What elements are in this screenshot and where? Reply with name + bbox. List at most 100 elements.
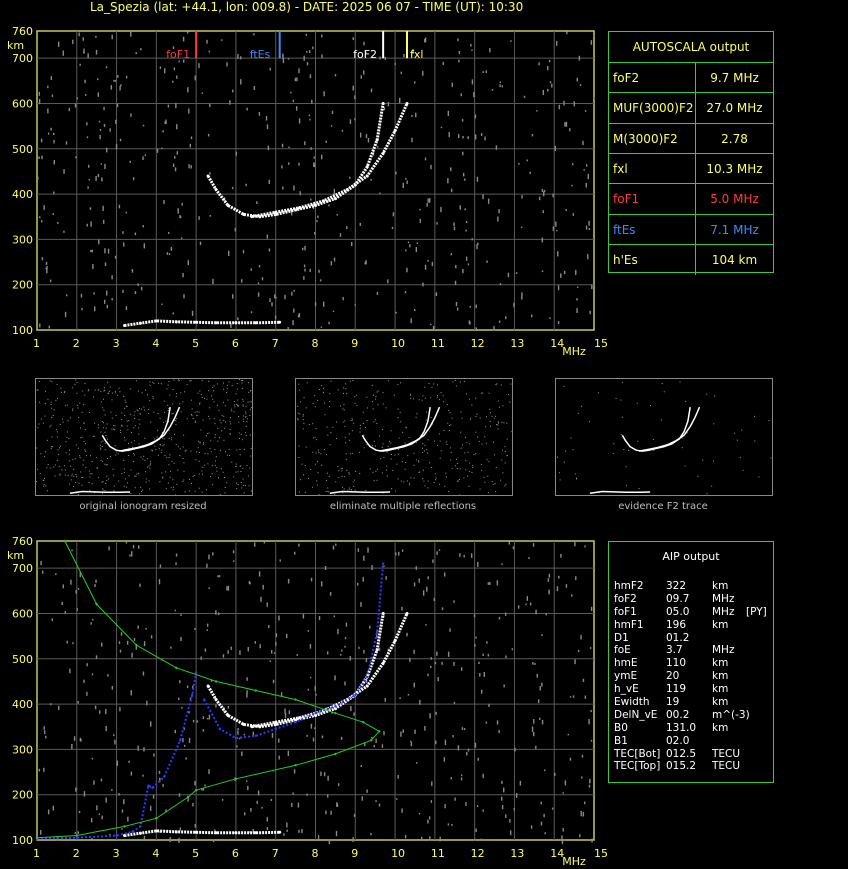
noise-dot: [363, 447, 365, 449]
autoscala-row: h'Es 104 km: [609, 243, 773, 275]
data-point: [381, 661, 385, 665]
noise-dot: [201, 92, 204, 94]
noise-dot: [479, 673, 481, 677]
noise-dot: [83, 48, 85, 54]
noise-dot: [345, 388, 347, 390]
noise-dot: [46, 490, 48, 492]
data-point: [354, 693, 357, 697]
noise-dot: [374, 419, 376, 421]
noise-dot: [230, 408, 232, 410]
noise-dot: [242, 250, 245, 254]
noise-dot: [593, 657, 596, 662]
noise-dot: [487, 653, 490, 657]
noise-dot: [92, 263, 94, 270]
noise-dot: [376, 391, 378, 393]
noise-dot: [163, 421, 165, 423]
noise-dot: [242, 415, 244, 417]
noise-dot: [270, 650, 273, 654]
noise-dot: [302, 428, 304, 430]
noise-dot: [485, 442, 487, 444]
noise-dot: [304, 465, 306, 467]
noise-dot: [355, 470, 357, 472]
noise-dot: [450, 447, 452, 449]
noise-dot: [155, 449, 157, 451]
noise-dot: [587, 254, 589, 260]
noise-dot: [638, 487, 640, 489]
noise-dot: [179, 448, 181, 450]
aip-row-name: D1: [614, 631, 629, 644]
noise-dot: [373, 421, 375, 423]
data-point: [334, 711, 337, 715]
x-tick-label: 5: [192, 847, 199, 860]
noise-dot: [105, 725, 107, 732]
noise-dot: [128, 420, 130, 422]
noise-dot: [168, 437, 170, 439]
noise-dot: [451, 82, 453, 87]
noise-dot: [77, 407, 79, 409]
data-point: [298, 716, 302, 720]
noise-dot: [69, 668, 71, 674]
y-tick-label: 200: [12, 789, 33, 802]
noise-dot: [523, 95, 526, 98]
noise-dot: [536, 673, 538, 678]
noise-dot: [290, 91, 292, 94]
noise-dot: [372, 408, 374, 410]
noise-dot: [371, 384, 373, 386]
noise-dot: [174, 609, 177, 612]
noise-dot: [549, 317, 551, 320]
noise-dot: [503, 787, 505, 793]
noise-dot: [215, 460, 217, 462]
noise-dot: [100, 391, 102, 393]
noise-dot: [173, 67, 176, 71]
noise-dot: [186, 418, 188, 420]
noise-dot: [164, 68, 166, 74]
data-point: [278, 830, 282, 834]
noise-dot: [98, 813, 101, 815]
noise-dot: [75, 482, 77, 484]
noise-dot: [75, 787, 77, 792]
noise-dot: [73, 468, 75, 470]
series-trace: [361, 406, 431, 452]
noise-dot: [505, 483, 507, 485]
noise-dot: [81, 411, 83, 413]
noise-dot: [442, 61, 444, 66]
noise-dot: [194, 823, 197, 828]
noise-dot: [249, 467, 251, 469]
noise-dot: [74, 103, 77, 108]
noise-dot: [485, 721, 488, 724]
noise-dot: [42, 422, 44, 424]
noise-dot: [479, 488, 481, 490]
data-point: [214, 680, 218, 683]
noise-dot: [71, 549, 73, 552]
noise-dot: [167, 231, 170, 234]
noise-dot: [467, 475, 469, 477]
noise-dot: [138, 443, 140, 445]
noise-dot: [64, 469, 66, 471]
noise-dot: [335, 830, 338, 837]
noise-dot: [559, 479, 561, 481]
noise-dot: [79, 402, 81, 404]
noise-dot: [243, 484, 245, 486]
noise-dot: [388, 380, 390, 382]
noise-dot: [71, 475, 73, 477]
noise-dot: [462, 269, 464, 274]
noise-dot: [436, 551, 438, 555]
noise-dot: [502, 472, 504, 474]
noise-dot: [70, 417, 72, 419]
data-point: [375, 630, 379, 633]
noise-dot: [251, 401, 252, 403]
noise-dot: [504, 485, 506, 487]
noise-dot: [196, 411, 198, 413]
data-point: [393, 639, 397, 643]
noise-dot: [97, 78, 99, 81]
noise-dot: [247, 382, 249, 384]
noise-dot: [114, 255, 117, 259]
noise-dot: [406, 480, 408, 482]
noise-dot: [123, 242, 125, 247]
noise-dot: [149, 381, 151, 383]
noise-dot: [72, 39, 74, 45]
noise-dot: [78, 482, 80, 484]
noise-dot: [342, 408, 344, 410]
noise-dot: [240, 470, 242, 472]
noise-dot: [381, 744, 384, 748]
